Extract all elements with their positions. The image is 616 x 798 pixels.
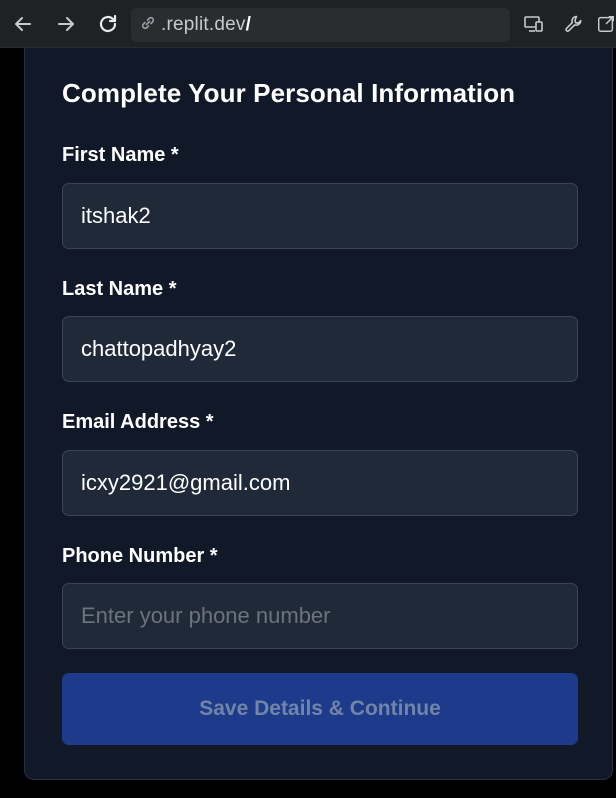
first-name-label: First Name * [62,144,179,166]
back-arrow-icon[interactable] [9,10,37,38]
first-name-input[interactable] [62,183,578,249]
personal-info-card: Complete Your Personal Information First… [24,48,613,780]
form-title: Complete Your Personal Information [62,78,516,108]
browser-toolbar: .replit.dev/ [0,0,616,48]
phone-input[interactable] [62,583,578,649]
phone-label: Phone Number * [62,545,218,567]
save-continue-button[interactable]: Save Details & Continue [62,673,578,745]
reload-icon[interactable] [94,10,122,38]
last-name-input[interactable] [62,316,578,382]
last-name-label: Last Name * [62,278,177,300]
forward-arrow-icon[interactable] [52,10,80,38]
address-url: .replit.dev/ [161,14,252,35]
wrench-icon[interactable] [560,10,588,38]
email-label: Email Address * [62,411,214,433]
email-input[interactable] [62,450,578,516]
page-background [0,48,24,798]
open-external-icon[interactable] [596,10,616,38]
cast-devices-icon[interactable] [520,10,548,38]
link-icon [139,14,157,37]
address-bar[interactable]: .replit.dev/ [131,8,510,42]
